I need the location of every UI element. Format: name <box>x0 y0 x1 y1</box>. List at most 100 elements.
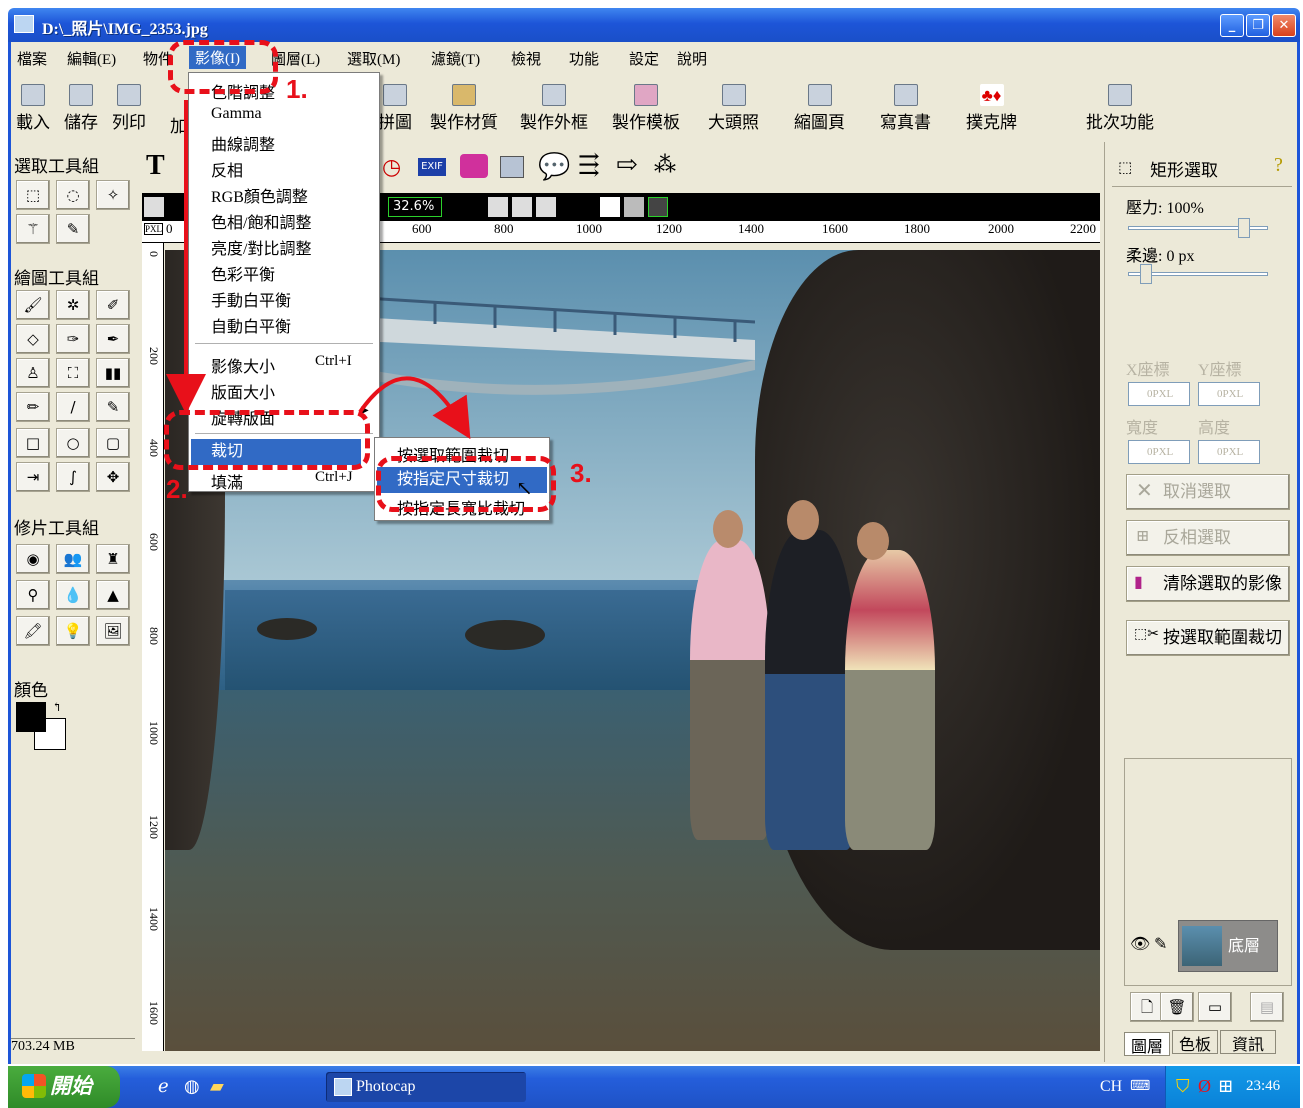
ie-icon[interactable]: ℯ <box>158 1076 169 1097</box>
delete-layer-icon[interactable]: 🗑 <box>1160 992 1194 1022</box>
menu-select[interactable]: 選取(M) <box>347 48 400 69</box>
layer-screen-icon[interactable]: ▭ <box>1198 992 1232 1022</box>
invert-selection-button[interactable]: 反相選取 <box>1126 520 1290 556</box>
feather-slider-thumb[interactable] <box>1140 264 1152 284</box>
rounded-rect-icon[interactable]: ▢ <box>96 428 130 458</box>
calendar-icon[interactable] <box>500 156 524 178</box>
menu-view[interactable]: 檢視 <box>511 48 541 69</box>
tab-layers[interactable]: 圖層 <box>1124 1032 1170 1056</box>
minimize-button[interactable]: _ <box>1220 14 1244 37</box>
eraser-icon[interactable]: ◇ <box>16 324 50 354</box>
rect-select-tool[interactable]: ⬚ <box>16 180 50 210</box>
select-brush-tool[interactable]: ✎ <box>56 214 90 244</box>
new-layer-icon[interactable]: 🗋 <box>1130 992 1164 1022</box>
speech-bubble-icon[interactable]: 💬 <box>538 152 570 182</box>
input-language[interactable]: CH <box>1100 1078 1122 1096</box>
pattern-icon[interactable]: ▮▮ <box>96 358 130 388</box>
folder-icon[interactable]: ▰ <box>210 1076 224 1097</box>
eye-icon[interactable]: 👁 <box>1130 934 1150 954</box>
swap-color-icon[interactable]: ↰ <box>52 700 62 715</box>
shield-icon[interactable]: ⛉ <box>1176 1076 1190 1097</box>
keyboard-icon[interactable]: ⌨ <box>1130 1078 1150 1095</box>
annotation-circle-1 <box>168 40 278 94</box>
tool-name: 矩形選取 <box>1150 161 1218 180</box>
help-icon[interactable]: ? <box>1274 154 1283 177</box>
ellipse-select-tool[interactable]: ◌ <box>56 180 90 210</box>
pointer-icon[interactable] <box>488 197 508 217</box>
toolbar-save-button[interactable]: 儲存 <box>64 84 98 133</box>
fill-bucket-icon[interactable]: ⛶ <box>56 358 90 388</box>
toolbar-batch-button[interactable]: 批次功能 <box>1086 84 1154 133</box>
antivirus-icon[interactable]: Ø <box>1198 1076 1211 1097</box>
stamp-icon[interactable]: ♙ <box>16 358 50 388</box>
toolbar-idphoto-button[interactable]: 大頭照 <box>708 84 759 133</box>
tab-swatches[interactable]: 色板 <box>1172 1030 1218 1054</box>
red-pen-icon[interactable]: / <box>56 392 90 422</box>
toolbar-photobook-button[interactable]: 寫真書 <box>880 84 931 133</box>
clone-people-icon[interactable]: 👥 <box>56 544 90 574</box>
zoom-icon[interactable]: ⚲ <box>16 580 50 610</box>
line-icon[interactable]: ⇥ <box>16 462 50 492</box>
menu-settings[interactable]: 設定 <box>629 48 659 69</box>
spray-brush-icon[interactable]: ✲ <box>56 290 90 320</box>
toolbar-template-button[interactable]: 製作模板 <box>612 84 680 133</box>
toolbar-open-button[interactable]: 載入 <box>16 84 50 133</box>
sharpen-icon[interactable]: ▲ <box>96 580 130 610</box>
bg-gray-icon[interactable] <box>624 197 644 217</box>
toolbar-frame-button[interactable]: 製作外框 <box>520 84 588 133</box>
magic-wand-tool[interactable]: ⚚ <box>16 214 50 244</box>
tab-info[interactable]: 資訊 <box>1220 1030 1276 1054</box>
select-group-label: 選取工具組 <box>14 157 99 176</box>
taskbar-photocap[interactable]: Photocap <box>326 1072 526 1102</box>
x-spinner[interactable]: 0PXL <box>1128 382 1190 406</box>
effect-brush-icon[interactable]: ✑ <box>56 324 90 354</box>
bg-white-icon[interactable] <box>600 197 620 217</box>
bulb-icon[interactable]: 💡 <box>56 616 90 646</box>
toolbar-thumbnail-button[interactable]: 縮圖頁 <box>794 84 845 133</box>
menu-help[interactable]: 說明 <box>677 48 707 69</box>
align-icon[interactable]: ⇶ <box>578 150 600 180</box>
pressure-slider-thumb[interactable] <box>1238 218 1250 238</box>
red-brush-icon[interactable]: 🖍 <box>16 616 50 646</box>
menu-function[interactable]: 功能 <box>569 48 599 69</box>
toolbar-label: 載入 <box>16 113 50 132</box>
browser-icon[interactable]: ◍ <box>184 1076 200 1097</box>
restore-button[interactable]: ❐ <box>1246 14 1270 37</box>
menu-layer[interactable]: 圖層(L) <box>271 48 320 69</box>
brush-icon[interactable]: 🖌 <box>16 290 50 320</box>
bg-dark-icon[interactable] <box>648 197 668 217</box>
bottle-icon[interactable]: ♜ <box>96 544 130 574</box>
close-button[interactable]: ✕ <box>1272 14 1296 37</box>
pencil-icon[interactable]: ✏ <box>16 392 50 422</box>
shapes-icon[interactable]: ⁂ <box>654 152 676 178</box>
height-spinner[interactable]: 0PXL <box>1198 440 1260 464</box>
foreground-color-swatch[interactable] <box>16 702 46 732</box>
hand-icon[interactable] <box>512 197 532 217</box>
menu-filter[interactable]: 濾鏡(T) <box>431 48 480 69</box>
network-icon[interactable]: ⊞ <box>1218 1076 1233 1097</box>
menu-edit[interactable]: 編輯(E) <box>67 48 116 69</box>
toolbar-poker-button[interactable]: ♣♦ 撲克牌 <box>966 84 1017 133</box>
merge-layer-icon[interactable]: ▤ <box>1250 992 1284 1022</box>
color-brush-icon[interactable]: ✐ <box>96 290 130 320</box>
move-icon[interactable]: ✥ <box>96 462 130 492</box>
smudge-icon[interactable]: ✒ <box>96 324 130 354</box>
eyedropper-icon[interactable]: ✎ <box>96 392 130 422</box>
lasso-select-tool[interactable]: ✧ <box>96 180 130 210</box>
color-label: 顏色 <box>14 681 48 700</box>
menu-file[interactable]: 檔案 <box>17 48 47 69</box>
clear-selection-button[interactable]: 清除選取的影像 <box>1126 566 1290 602</box>
brush-lock-icon[interactable]: ✎ <box>1154 934 1167 954</box>
menu-item-fill[interactable]: 填滿 <box>211 469 243 493</box>
rectangle-shape-icon[interactable]: □ <box>16 428 50 458</box>
curve-icon[interactable]: ∫ <box>56 462 90 492</box>
arrow-shape-icon[interactable]: ⇨ <box>616 150 638 180</box>
y-spinner[interactable]: 0PXL <box>1198 382 1260 406</box>
ellipse-shape-icon[interactable]: ○ <box>56 428 90 458</box>
toolbar-print-button[interactable]: 列印 <box>112 84 146 133</box>
photo-fix-icon[interactable]: 🖼 <box>96 616 130 646</box>
drop-icon[interactable]: 💧 <box>56 580 90 610</box>
width-spinner[interactable]: 0PXL <box>1128 440 1190 464</box>
red-eye-icon[interactable]: ◉ <box>16 544 50 574</box>
fit-icon[interactable] <box>536 197 556 217</box>
